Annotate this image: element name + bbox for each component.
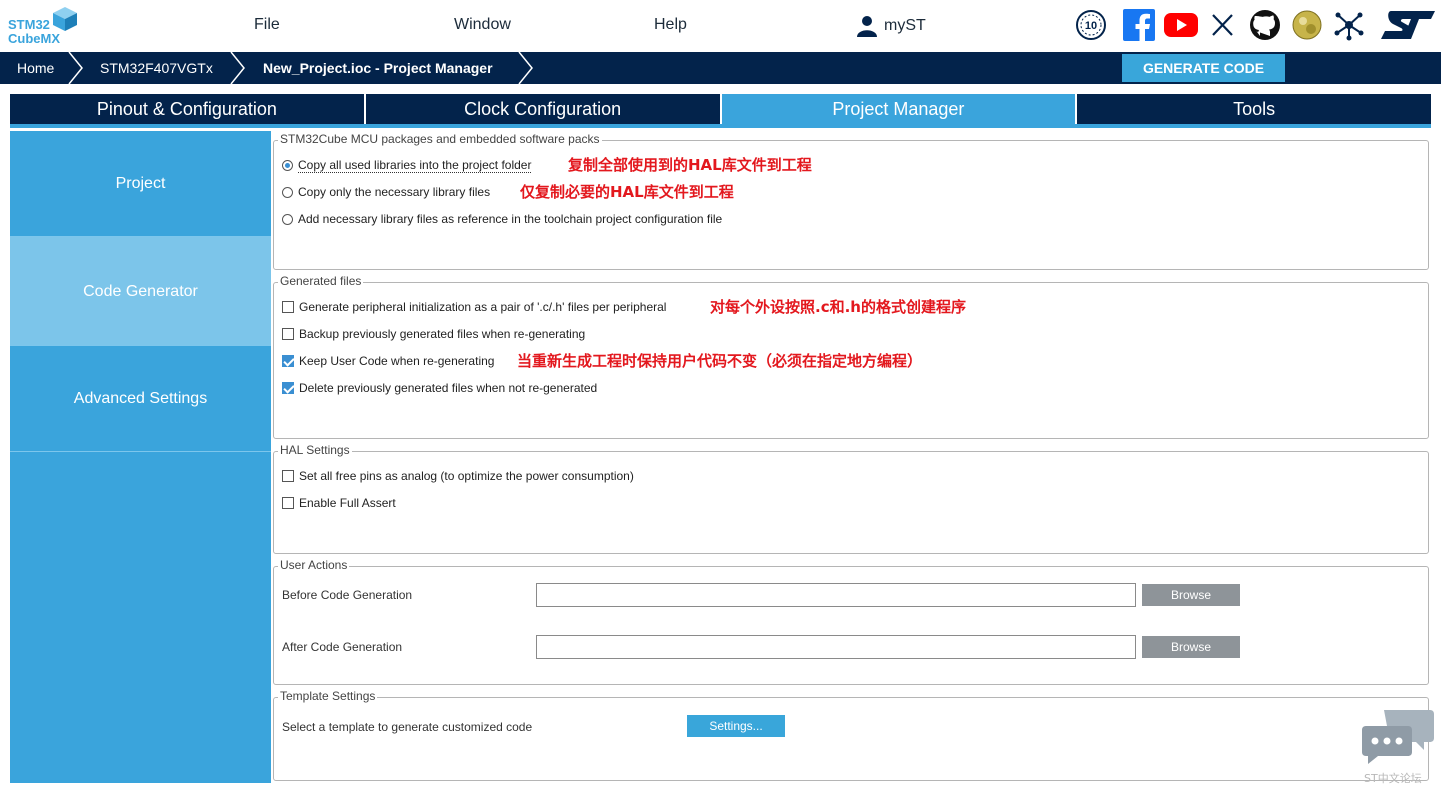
generate-peripheral-pair-checkbox[interactable]: Generate peripheral initialization as a … bbox=[282, 300, 666, 314]
generate-code-button[interactable]: GENERATE CODE bbox=[1122, 54, 1285, 82]
option-label: Backup previously generated files when r… bbox=[299, 327, 586, 341]
sidebar: Project Code Generator Advanced Settings bbox=[10, 131, 271, 783]
hal-settings-legend: HAL Settings bbox=[278, 443, 352, 457]
option-label: Delete previously generated files when n… bbox=[299, 381, 598, 395]
annotation-note: 复制全部使用到的HAL库文件到工程 bbox=[568, 156, 812, 174]
myst-label: myST bbox=[884, 17, 926, 34]
svg-text:10: 10 bbox=[1085, 20, 1097, 32]
user-actions-legend: User Actions bbox=[278, 558, 350, 572]
tab-clock-configuration[interactable]: Clock Configuration bbox=[365, 94, 722, 124]
annotation-note: 仅复制必要的HAL库文件到工程 bbox=[520, 183, 734, 201]
watermark: ST中文论坛 bbox=[1364, 772, 1422, 785]
copy-all-libraries-radio[interactable]: Copy all used libraries into the project… bbox=[282, 158, 532, 173]
tab-project-manager[interactable]: Project Manager bbox=[721, 94, 1078, 124]
breadcrumb-mcu[interactable]: STM32F407VGTx bbox=[100, 52, 213, 84]
option-label: Generate peripheral initialization as a … bbox=[299, 300, 667, 314]
checkbox-checked[interactable] bbox=[282, 382, 294, 394]
before-code-generation-input[interactable] bbox=[536, 583, 1136, 607]
myst-account[interactable]: myST bbox=[856, 14, 926, 38]
logo-text-stm32: STM32 bbox=[8, 17, 50, 32]
full-assert-checkbox[interactable]: Enable Full Assert bbox=[282, 496, 396, 510]
top-menu-bar: STM32 CubeMX File Window Help myST 10 bbox=[0, 0, 1441, 52]
delete-files-checkbox[interactable]: Delete previously generated files when n… bbox=[282, 381, 597, 395]
checkbox-unchecked[interactable] bbox=[282, 328, 294, 340]
chevron-right-icon bbox=[230, 52, 245, 84]
sidebar-item-advanced-settings[interactable]: Advanced Settings bbox=[10, 346, 271, 452]
option-label: Enable Full Assert bbox=[299, 496, 396, 510]
checkbox-unchecked[interactable] bbox=[282, 497, 294, 509]
tab-pinout-configuration[interactable]: Pinout & Configuration bbox=[10, 94, 366, 124]
menu-file[interactable]: File bbox=[254, 16, 280, 34]
backup-files-checkbox[interactable]: Backup previously generated files when r… bbox=[282, 327, 585, 341]
option-label: Add necessary library files as reference… bbox=[298, 212, 723, 226]
packages-group: STM32Cube MCU packages and embedded soft… bbox=[273, 132, 1429, 270]
network-icon[interactable] bbox=[1332, 8, 1366, 42]
anniversary-10-icon[interactable]: 10 bbox=[1074, 8, 1108, 42]
before-code-generation-label: Before Code Generation bbox=[282, 588, 413, 602]
sidebar-item-project[interactable]: Project bbox=[10, 131, 271, 237]
option-label: Keep User Code when re-generating bbox=[299, 354, 495, 368]
github-icon[interactable] bbox=[1248, 8, 1282, 42]
free-pins-analog-checkbox[interactable]: Set all free pins as analog (to optimize… bbox=[282, 469, 634, 483]
template-settings-legend: Template Settings bbox=[278, 689, 378, 703]
option-label: Set all free pins as analog (to optimize… bbox=[299, 469, 634, 483]
option-label: Copy only the necessary library files bbox=[298, 185, 491, 199]
template-settings-group: Template Settings Select a template to g… bbox=[273, 689, 1429, 781]
hal-settings-group: HAL Settings Set all free pins as analog… bbox=[273, 443, 1429, 554]
cube-icon bbox=[53, 7, 77, 31]
before-browse-button[interactable]: Browse bbox=[1142, 584, 1240, 606]
checkbox-unchecked[interactable] bbox=[282, 301, 294, 313]
template-settings-button[interactable]: Settings... bbox=[687, 715, 785, 737]
tab-underline bbox=[10, 124, 1431, 128]
after-code-generation-input[interactable] bbox=[536, 635, 1136, 659]
radio-unselected[interactable] bbox=[282, 213, 293, 225]
annotation-note: 当重新生成工程时保持用户代码不变（必须在指定地方编程） bbox=[517, 352, 923, 370]
chevron-right-icon bbox=[68, 52, 83, 84]
x-icon[interactable] bbox=[1206, 8, 1240, 42]
menu-window[interactable]: Window bbox=[454, 16, 511, 34]
youtube-icon[interactable] bbox=[1164, 8, 1198, 42]
radio-selected[interactable] bbox=[282, 160, 293, 171]
generated-files-legend: Generated files bbox=[278, 274, 364, 288]
logo-text-cubemx: CubeMX bbox=[8, 31, 60, 46]
breadcrumb-home[interactable]: Home bbox=[17, 52, 54, 84]
chat-icon[interactable] bbox=[1360, 708, 1436, 768]
checkbox-unchecked[interactable] bbox=[282, 470, 294, 482]
menu-help[interactable]: Help bbox=[654, 16, 687, 34]
generated-files-group: Generated files Generate peripheral init… bbox=[273, 274, 1429, 439]
user-icon bbox=[857, 16, 877, 37]
user-actions-group: User Actions Before Code Generation Brow… bbox=[273, 558, 1429, 685]
template-label: Select a template to generate customized… bbox=[282, 720, 533, 734]
packages-legend: STM32Cube MCU packages and embedded soft… bbox=[278, 132, 602, 146]
chevron-right-icon bbox=[518, 52, 533, 84]
after-code-generation-label: After Code Generation bbox=[282, 640, 403, 654]
radio-unselected[interactable] bbox=[282, 186, 293, 198]
st-logo-icon[interactable] bbox=[1378, 8, 1438, 42]
after-browse-button[interactable]: Browse bbox=[1142, 636, 1240, 658]
copy-necessary-libraries-radio[interactable]: Copy only the necessary library files bbox=[282, 185, 490, 199]
main-tabs: Pinout & Configuration Clock Configurati… bbox=[10, 94, 1431, 124]
stm32cubemx-logo: STM32 CubeMX bbox=[8, 6, 80, 48]
breadcrumb-project[interactable]: New_Project.ioc - Project Manager bbox=[263, 52, 493, 84]
annotation-note: 对每个外设按照.c和.h的格式创建程序 bbox=[710, 298, 966, 316]
tab-tools[interactable]: Tools bbox=[1077, 94, 1431, 124]
checkbox-checked[interactable] bbox=[282, 355, 294, 367]
add-reference-radio[interactable]: Add necessary library files as reference… bbox=[282, 212, 722, 226]
option-label: Copy all used libraries into the project… bbox=[298, 158, 532, 173]
sidebar-item-code-generator[interactable]: Code Generator bbox=[10, 237, 271, 346]
wiki-icon[interactable] bbox=[1290, 8, 1324, 42]
facebook-icon[interactable] bbox=[1122, 8, 1156, 42]
keep-user-code-checkbox[interactable]: Keep User Code when re-generating bbox=[282, 354, 494, 368]
